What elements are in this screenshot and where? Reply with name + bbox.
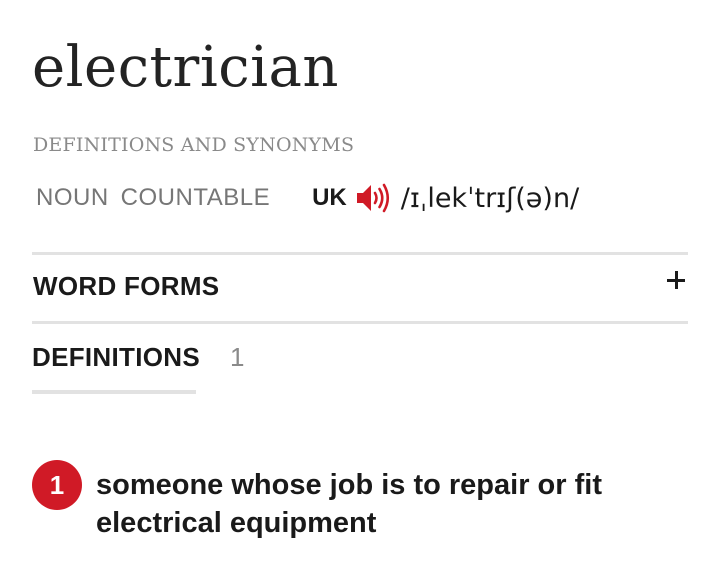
definition-number-badge: 1 [32,460,82,510]
grammar-label: COUNTABLE [120,184,271,211]
definition-text: someone whose job is to repair or fit el… [96,469,602,539]
audio-button[interactable] [355,180,393,216]
word-forms-toggle[interactable]: WORD FORMS [32,255,688,321]
region-label: UK [312,184,347,211]
speaker-icon [356,183,389,213]
definitions-label: DEFINITIONS [32,341,200,372]
definitions-count: 1 [229,341,245,372]
section-label: DEFINITIONS AND SYNONYMS [33,134,355,156]
definitions-tab-underline [32,390,196,394]
entry-info-row: NOUN COUNTABLE UK /ɪˌlekˈtrɪʃ(ə)n/ [36,178,579,218]
divider [32,321,688,324]
part-of-speech-label: NOUN [36,184,109,211]
pronunciation: /ɪˌlekˈtrɪʃ(ə)n/ [400,182,580,214]
word-forms-label: WORD FORMS [33,271,220,301]
plus-icon[interactable] [667,271,685,289]
definitions-header: DEFINITIONS 1 [32,336,244,378]
headword: electrician [32,35,339,100]
